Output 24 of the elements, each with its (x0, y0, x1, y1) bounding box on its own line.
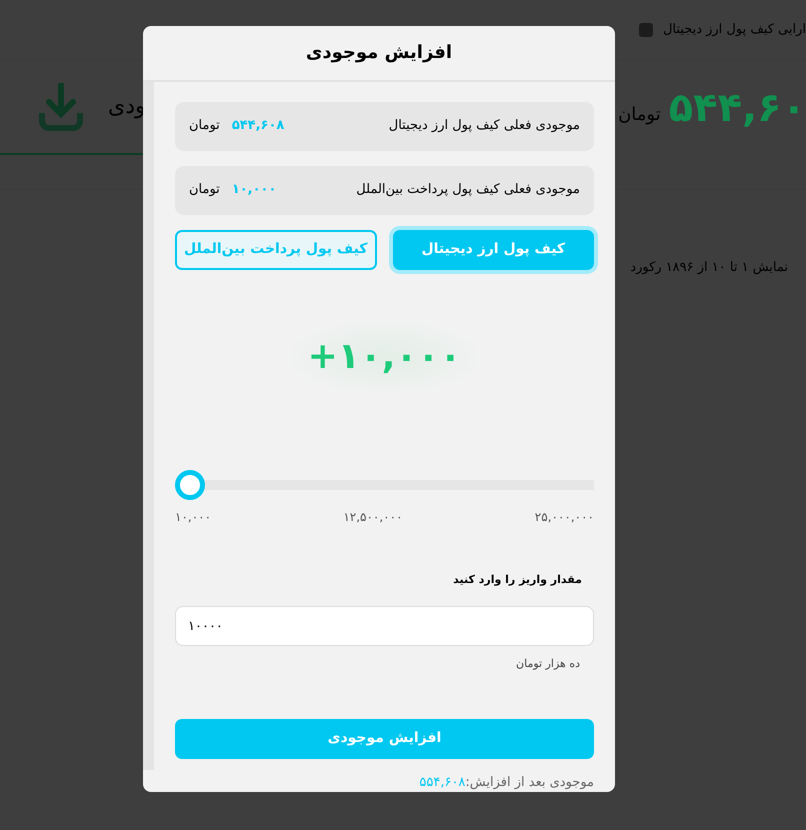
slider-tick-label: ۲۵,۰۰۰,۰۰۰ (534, 508, 594, 526)
balance-amount: ۵۴۴,۶۰۸ (232, 117, 284, 136)
balance-label: موجودی فعلی کیف پول ارز دیجیتال (388, 117, 580, 136)
card-title: ودی (108, 93, 146, 121)
wallet-icon (638, 22, 653, 36)
records-info: نمایش ۱ تا ۱۰ از ۱۸۹۶ رکورد (630, 259, 788, 277)
field-label: مقدار واریز را وارد کنید (452, 572, 583, 588)
currency-label: تومان (189, 117, 220, 136)
amount-hint: ده هزار تومان (515, 656, 581, 672)
slider-tick-label: ۱۰,۰۰۰ (175, 508, 212, 526)
balance-after-text: موجودی بعد از افزایش:۵۵۴,۶۰۸ (418, 774, 594, 792)
balance-label: موجودی فعلی کیف پول پرداخت بین‌الملل (356, 181, 580, 200)
currency-label: تومان (618, 103, 661, 127)
header-text: ارایی کیف پول ارز دیجیتال (662, 20, 806, 39)
slider-tick-label: ۱۲,۵۰۰,۰۰۰ (343, 508, 403, 526)
wallet-tab[interactable]: کیف پول پرداخت بین‌الملل (175, 230, 376, 270)
slider-thumb[interactable] (175, 470, 205, 500)
download-icon (38, 82, 84, 130)
modal-title: افزایش موجودی (143, 26, 615, 82)
currency-label: تومان (189, 181, 220, 200)
balance-amount: ۱۰,۰۰۰ (232, 181, 276, 200)
submit-button[interactable]: افزایش موجودی (175, 718, 594, 758)
amount-input[interactable]: ۱۰۰۰۰ (175, 606, 594, 646)
balance-amount: ۵۴۴,۶۰ (668, 88, 806, 128)
